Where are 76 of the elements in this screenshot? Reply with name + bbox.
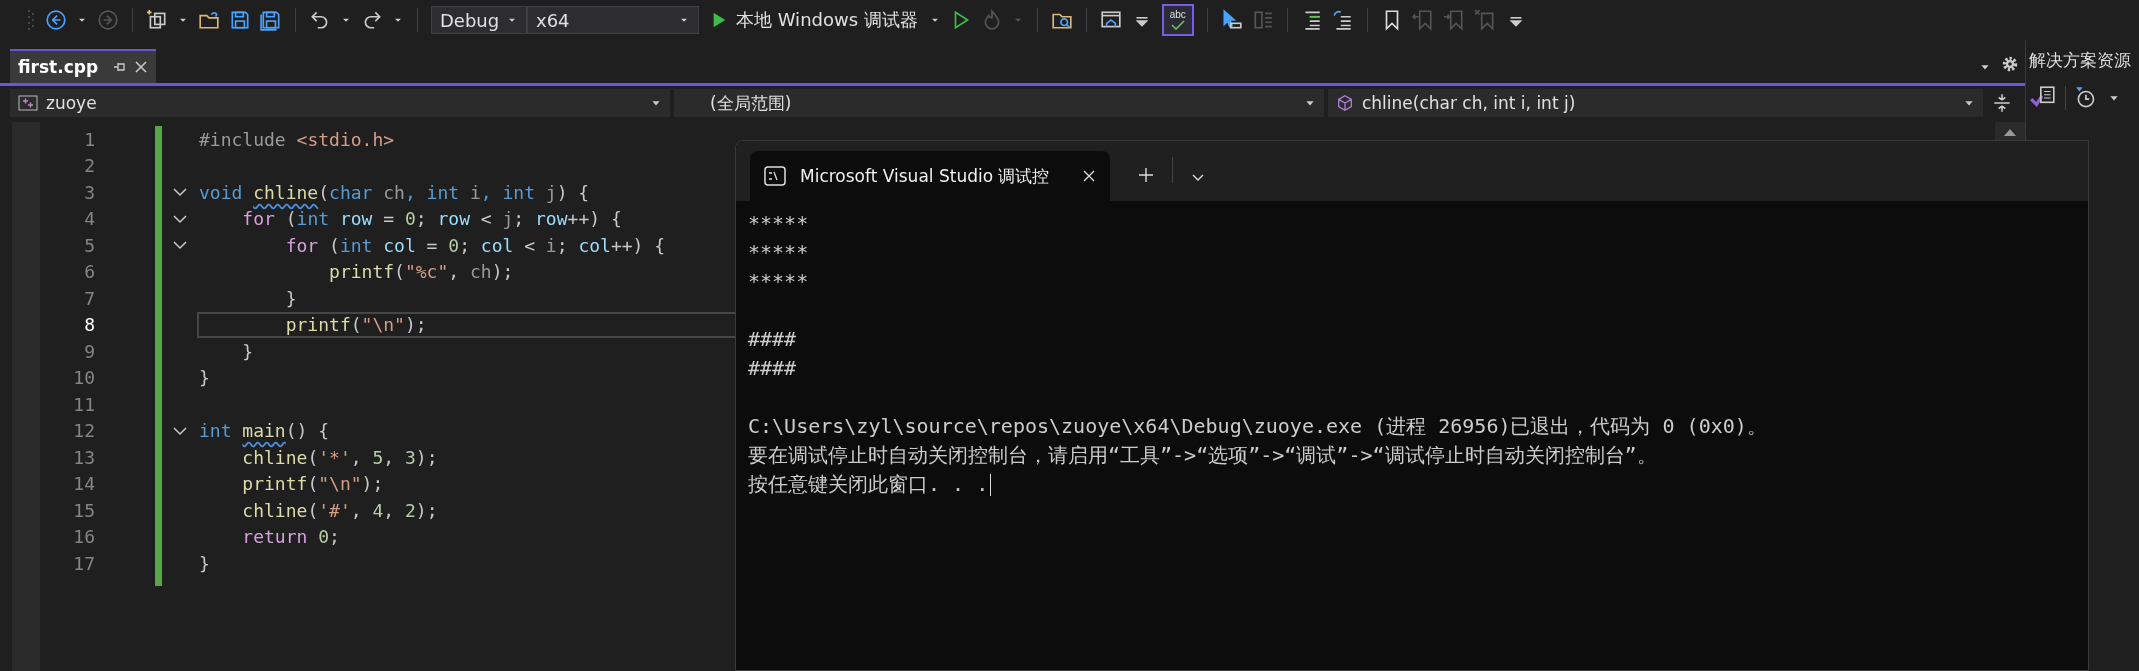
configuration-dropdown[interactable]: Debug xyxy=(431,6,527,34)
line-number: 3 xyxy=(84,181,95,203)
check-icon xyxy=(1170,20,1185,30)
code-line: } xyxy=(241,340,254,362)
panel-title: 解决方案资源 xyxy=(2029,50,2132,72)
platform-dropdown[interactable]: x64 xyxy=(527,6,699,34)
code-line: chline('#', 4, 2); xyxy=(241,499,438,521)
line-number: 13 xyxy=(73,446,95,468)
line-number: 1 xyxy=(84,128,95,150)
pin-icon[interactable] xyxy=(112,60,127,74)
code-line: printf("%c", ch); xyxy=(328,261,514,283)
line-number: 16 xyxy=(73,526,95,548)
terminal-icon xyxy=(764,166,786,186)
spell-check-button[interactable]: abc xyxy=(1161,4,1194,36)
pointer-icon[interactable] xyxy=(1220,9,1243,31)
save-icon[interactable] xyxy=(229,9,251,31)
line-number: 9 xyxy=(84,340,95,362)
close-icon[interactable] xyxy=(1082,169,1096,183)
scope-dropdown[interactable]: (全局范围) xyxy=(674,89,1324,117)
member-dropdown[interactable]: chline(char ch, int i, int j) xyxy=(1328,89,1983,117)
console-line: #### xyxy=(748,326,797,353)
save-all-icon[interactable] xyxy=(260,9,282,31)
console-tab[interactable]: Microsoft Visual Studio 调试控 xyxy=(750,151,1110,201)
grip-icon[interactable] xyxy=(28,9,34,31)
fold-icon[interactable] xyxy=(172,187,187,198)
fold-icon[interactable] xyxy=(172,425,187,436)
lines-arrow-icon[interactable] xyxy=(1331,9,1354,31)
back-icon[interactable] xyxy=(45,9,67,31)
code-line: } xyxy=(199,367,210,389)
console-line: C:\Users\zyl\source\repos\zuoye\x64\Debug\zuoye.exe (进程 26956)已退出，代码为 0 (0x0)。 xyxy=(748,413,1767,440)
text-cursor xyxy=(990,473,992,496)
cube-icon xyxy=(1336,94,1354,112)
scrollbar[interactable] xyxy=(1995,122,2025,142)
new-item-icon[interactable] xyxy=(146,9,168,31)
console-line: 按任意键关闭此窗口. . . xyxy=(748,471,989,498)
run-debugger-button[interactable]: 本地 Windows 调试器 xyxy=(708,8,920,32)
code-line: } xyxy=(284,287,297,309)
line-number: 10 xyxy=(73,367,95,389)
code-line: printf("\n"); xyxy=(241,473,384,495)
code-line: void chline(char ch, int i, int j) { xyxy=(199,181,590,203)
fold-icon[interactable] xyxy=(172,240,187,251)
open-folder-icon[interactable] xyxy=(198,9,220,31)
project-icon xyxy=(18,95,38,111)
console-line: ***** xyxy=(748,268,809,295)
line-number: 14 xyxy=(73,473,95,495)
settings-icon[interactable] xyxy=(2001,55,2019,73)
code-line: chline('*', 5, 3); xyxy=(241,446,438,468)
console-line: ***** xyxy=(748,210,809,237)
line-number: 2 xyxy=(84,155,95,177)
console-line: #### xyxy=(748,355,797,382)
console-line: 要在调试停止时自动关闭控制台，请启用“工具”->“选项”->“调试”->“调试停止时自动关闭控制台”。 xyxy=(748,442,1657,469)
line-number: 12 xyxy=(73,420,95,442)
scroll-up-icon[interactable] xyxy=(2003,127,2017,137)
fold-icon[interactable] xyxy=(172,213,187,224)
line-number: 15 xyxy=(73,499,95,521)
line-number: 7 xyxy=(84,287,95,309)
line-number: 5 xyxy=(84,234,95,256)
code-line: printf("\n"); xyxy=(284,314,427,336)
document-tab[interactable]: first.cpp xyxy=(10,49,157,83)
project-dropdown[interactable]: zuoye xyxy=(10,89,670,117)
chevron-down-icon[interactable] xyxy=(1191,173,1205,183)
code-line: return 0; xyxy=(241,526,340,548)
code-line: for (int col = 0; col < i; col++) { xyxy=(284,234,666,256)
line-number: 6 xyxy=(84,261,95,283)
plus-icon[interactable] xyxy=(1138,167,1154,183)
split-icon[interactable] xyxy=(1991,92,2013,114)
code-line: for (int row = 0; row < j; row++) { xyxy=(241,208,622,230)
close-icon[interactable] xyxy=(134,60,149,74)
code-line: } xyxy=(199,552,210,574)
line-number: 17 xyxy=(73,552,95,574)
console-line: ***** xyxy=(748,239,809,266)
line-number: 11 xyxy=(73,393,95,415)
code-line: int main() { xyxy=(199,420,330,442)
line-number: 8 xyxy=(84,314,95,336)
line-number: 4 xyxy=(84,208,95,230)
code-line: #include <stdio.h> xyxy=(199,128,395,150)
